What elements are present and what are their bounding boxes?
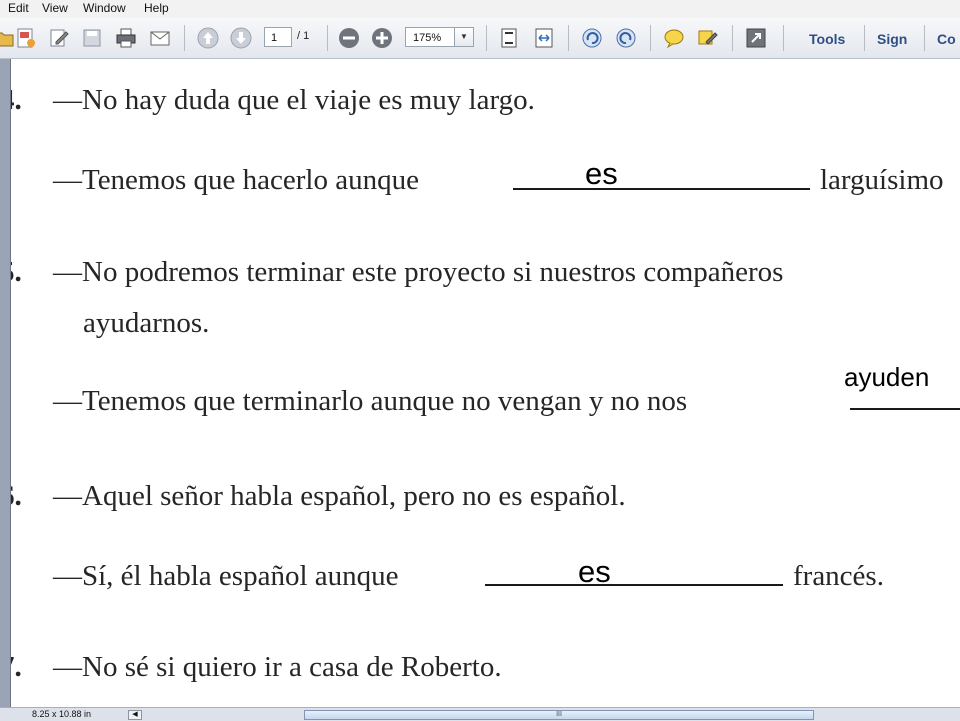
- toolbar-separator: [650, 25, 651, 51]
- menu-window[interactable]: Window: [83, 1, 126, 15]
- page-size-label: 8.25 x 10.88 in: [32, 709, 92, 719]
- horizontal-scrollbar-thumb[interactable]: III: [304, 710, 814, 720]
- answer-text[interactable]: ayuden: [844, 362, 929, 393]
- question-line: —Tenemos que hacerlo aunque: [53, 164, 419, 196]
- question-line: —No hay duda que el viaje es muy largo.: [53, 84, 535, 116]
- menu-bar: Edit View Window Help: [0, 0, 960, 18]
- answer-blank: [513, 188, 810, 190]
- toolbar-separator: [732, 25, 733, 51]
- sign-button[interactable]: Sign: [877, 31, 907, 47]
- create-pdf-icon[interactable]: [14, 26, 38, 50]
- rotate-left-icon[interactable]: [580, 26, 604, 50]
- answer-blank: [850, 408, 960, 410]
- status-bar: 8.25 x 10.88 in ◀ III: [0, 707, 960, 721]
- comment-button[interactable]: Co: [937, 31, 956, 47]
- question-line: —Aquel señor habla español, pero no es e…: [53, 480, 626, 512]
- highlight-icon[interactable]: [696, 26, 720, 50]
- answer-text[interactable]: es: [585, 156, 618, 192]
- zoom-level-input[interactable]: 175%: [405, 27, 455, 47]
- answer-blank: [485, 584, 783, 586]
- answer-text[interactable]: es: [578, 554, 611, 590]
- toolbar-separator: [864, 25, 865, 51]
- toolbar-separator: [783, 25, 784, 51]
- menu-help[interactable]: Help: [144, 1, 169, 15]
- scroll-left-icon[interactable]: ◀: [128, 710, 142, 720]
- comment-icon[interactable]: [662, 26, 686, 50]
- previous-page-icon[interactable]: [196, 26, 220, 50]
- question-number: 6.: [11, 480, 22, 512]
- question-line: ayudarnos.: [83, 307, 210, 339]
- question-line: —Tenemos que terminarlo aunque no vengan…: [53, 385, 688, 417]
- rotate-right-icon[interactable]: [614, 26, 638, 50]
- zoom-dropdown-icon[interactable]: ▼: [454, 27, 474, 47]
- fit-page-icon[interactable]: [497, 26, 521, 50]
- question-line: larguísimo: [820, 164, 944, 196]
- read-mode-icon[interactable]: [744, 26, 768, 50]
- question-number: 7.: [11, 651, 22, 683]
- zoom-out-icon[interactable]: [337, 26, 361, 50]
- question-line: —No sé si quiero ir a casa de Roberto.: [53, 651, 502, 683]
- print-icon[interactable]: [114, 26, 138, 50]
- edit-icon[interactable]: [47, 26, 71, 50]
- page-total: / 1: [297, 30, 310, 42]
- toolbar-separator: [924, 25, 925, 51]
- save-icon[interactable]: [80, 26, 104, 50]
- toolbar-separator: [327, 25, 328, 51]
- fit-width-icon[interactable]: [532, 26, 556, 50]
- document-page: 4. —No hay duda que el viaje es muy larg…: [11, 59, 960, 707]
- question-line: —No podremos terminar este proyecto si n…: [53, 256, 784, 288]
- question-number: 4.: [11, 84, 22, 116]
- menu-edit[interactable]: Edit: [8, 1, 29, 15]
- menu-view[interactable]: View: [42, 1, 68, 15]
- email-icon[interactable]: [148, 26, 172, 50]
- toolbar-separator: [568, 25, 569, 51]
- question-number: 5.: [11, 256, 22, 288]
- page-number-input[interactable]: 1: [264, 27, 292, 47]
- question-line: francés.: [793, 560, 884, 592]
- toolbar-separator: [486, 25, 487, 51]
- toolbar-separator: [184, 25, 185, 51]
- next-page-icon[interactable]: [229, 26, 253, 50]
- tools-button[interactable]: Tools: [809, 31, 845, 47]
- toolbar: 1 / 1 175% ▼ Tools Sign Co: [0, 18, 960, 59]
- scroll-grip: III: [556, 711, 562, 718]
- navigation-pane-gutter[interactable]: [0, 59, 11, 707]
- zoom-in-icon[interactable]: [370, 26, 394, 50]
- question-line: —Sí, él habla español aunque: [53, 560, 399, 592]
